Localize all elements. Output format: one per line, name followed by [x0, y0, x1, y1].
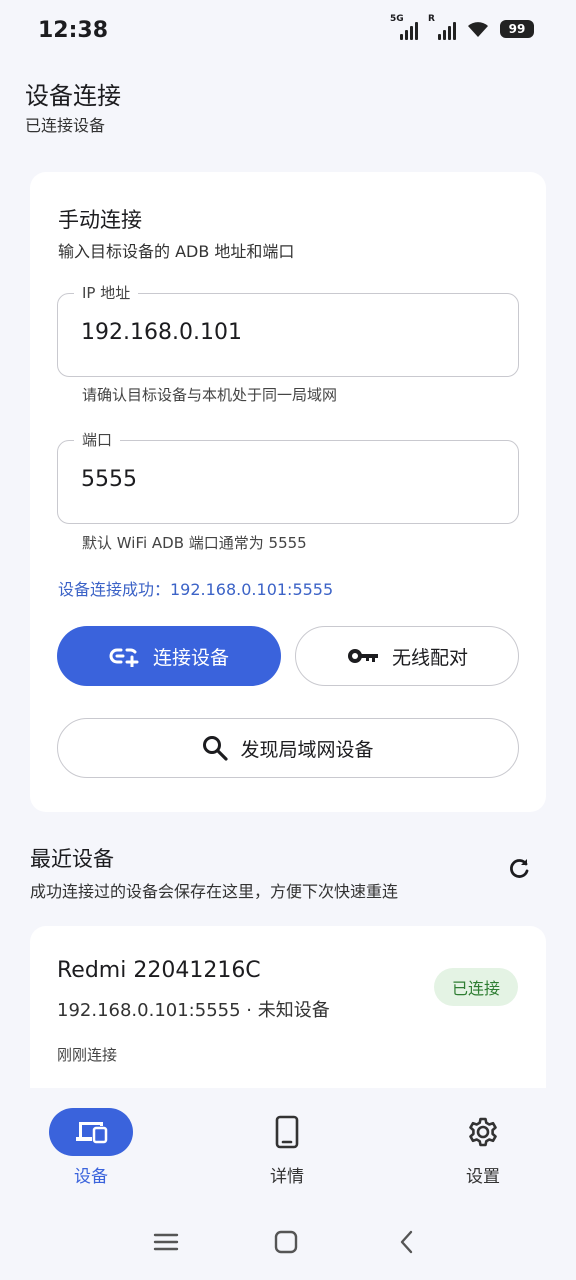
add-link-icon	[109, 648, 139, 667]
status-bar: 12:38 5G R 99	[0, 0, 576, 64]
port-field[interactable]: 端口	[57, 429, 519, 524]
connect-device-button[interactable]: 连接设备	[57, 626, 281, 686]
page-title: 设备连接	[25, 82, 121, 110]
discover-lan-devices-button[interactable]: 发现局域网设备	[57, 718, 519, 778]
connection-success-message: 设备连接成功：192.168.0.101:5555	[58, 580, 334, 599]
recent-devices-subtitle: 成功连接过的设备会保存在这里，方便下次快速重连	[30, 882, 399, 901]
refresh-icon[interactable]	[506, 856, 532, 882]
devices-icon	[49, 1108, 133, 1156]
port-label: 端口	[74, 429, 121, 450]
nav-item-details[interactable]: 详情	[229, 1106, 349, 1198]
phone-icon	[245, 1108, 329, 1156]
connect-device-label: 连接设备	[152, 646, 229, 669]
wifi-icon	[468, 22, 488, 37]
menu-icon[interactable]	[152, 1228, 180, 1256]
back-icon[interactable]	[394, 1228, 422, 1256]
nav-item-devices[interactable]: 设备	[33, 1106, 153, 1198]
page-subtitle: 已连接设备	[25, 116, 106, 135]
recent-devices-title: 最近设备	[30, 847, 114, 871]
ip-address-input[interactable]	[81, 320, 481, 345]
key-icon	[347, 649, 378, 663]
manual-connect-title: 手动连接	[58, 208, 142, 232]
battery-icon: 99	[500, 20, 534, 38]
port-helper: 默认 WiFi ADB 端口通常为 5555	[82, 534, 307, 552]
roaming-label: R	[428, 14, 435, 24]
gear-icon	[441, 1108, 525, 1156]
bottom-navigation: 设备 详情 设置	[0, 1088, 576, 1212]
ip-address-field[interactable]: IP 地址	[57, 282, 519, 377]
cellular-signal-icon: 5G	[390, 14, 418, 40]
status-icons: 5G R 99	[390, 14, 534, 40]
nav-label-devices: 设备	[74, 1167, 108, 1187]
device-last-connected: 刚刚连接	[57, 1046, 118, 1064]
manual-connect-subtitle: 输入目标设备的 ADB 地址和端口	[58, 242, 295, 261]
manual-connect-card: 手动连接 输入目标设备的 ADB 地址和端口 IP 地址 请确认目标设备与本机处…	[30, 172, 546, 812]
connected-status-badge: 已连接	[434, 968, 518, 1006]
discover-lan-devices-label: 发现局域网设备	[240, 738, 374, 761]
nav-label-settings: 设置	[466, 1167, 500, 1187]
nav-item-settings[interactable]: 设置	[425, 1106, 545, 1198]
wireless-pair-button[interactable]: 无线配对	[295, 626, 519, 686]
nav-label-details: 详情	[270, 1167, 304, 1187]
search-icon	[203, 736, 229, 761]
ip-address-label: IP 地址	[74, 282, 139, 303]
device-address: 192.168.0.101:5555 · 未知设备	[57, 1000, 330, 1021]
system-navigation-bar	[0, 1212, 576, 1280]
wireless-pair-label: 无线配对	[391, 646, 468, 669]
port-input[interactable]	[81, 467, 481, 492]
status-time: 12:38	[38, 18, 109, 43]
home-icon[interactable]	[272, 1228, 300, 1256]
ip-address-helper: 请确认目标设备与本机处于同一局域网	[82, 386, 338, 404]
device-name: Redmi 22041216C	[57, 958, 261, 983]
cellular-signal-icon-2: R	[428, 14, 456, 40]
